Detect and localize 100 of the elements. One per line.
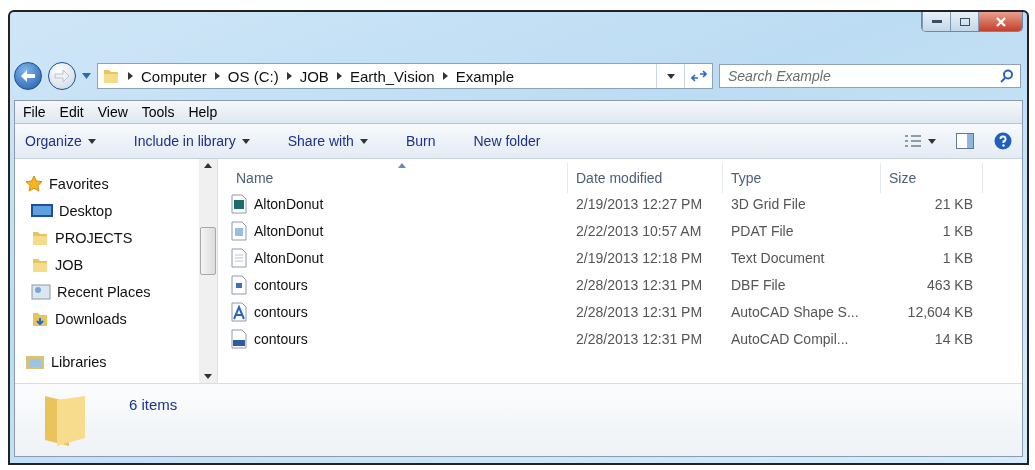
navigation-item[interactable]: Libraries bbox=[25, 351, 199, 373]
caret-icon bbox=[241, 138, 250, 144]
table-cell-text: 463 KB bbox=[926, 275, 974, 295]
text-file-icon bbox=[230, 247, 248, 268]
minimize-button[interactable] bbox=[922, 12, 950, 31]
column-header[interactable]: Size bbox=[881, 163, 983, 193]
table-cell-text: DBF File bbox=[730, 275, 787, 295]
sort-arrow-icon bbox=[397, 163, 406, 168]
caret-icon bbox=[928, 138, 936, 144]
close-icon bbox=[995, 16, 1006, 27]
toolbar-button[interactable]: Organize bbox=[25, 133, 96, 149]
libraries-icon bbox=[25, 354, 45, 370]
navigation-item[interactable]: Favorites bbox=[25, 173, 199, 195]
details-view-icon bbox=[904, 134, 922, 148]
history-caret-icon[interactable] bbox=[82, 73, 91, 79]
scroll-up-icon[interactable] bbox=[204, 163, 212, 168]
navigation-item[interactable]: Downloads bbox=[25, 308, 199, 330]
caret-icon bbox=[204, 374, 212, 379]
table-cell-text: 14 KB bbox=[933, 329, 974, 349]
table-cell-text: 21 KB bbox=[933, 194, 974, 214]
recent-places-icon bbox=[31, 283, 51, 301]
back-arrow-icon bbox=[20, 69, 36, 83]
table-cell-text: AutoCAD Compil... bbox=[730, 329, 850, 349]
menu-item[interactable]: Help bbox=[188, 104, 218, 120]
table-cell-text: 1 KB bbox=[941, 221, 974, 241]
minimize-icon bbox=[931, 19, 942, 24]
file-icon bbox=[230, 301, 248, 322]
chevron-icon[interactable] bbox=[286, 72, 292, 80]
table-cell-text: 2/28/2013 12:31 PM bbox=[575, 302, 704, 322]
column-header[interactable]: Date modified bbox=[568, 163, 723, 193]
table-cell-text: AutoCAD Shape S... bbox=[730, 302, 860, 322]
folder-icon bbox=[102, 67, 120, 85]
file-name[interactable]: contours bbox=[228, 298, 568, 325]
column-header[interactable]: Name bbox=[228, 163, 568, 193]
downloads-folder-icon bbox=[31, 310, 49, 328]
chevron-icon[interactable] bbox=[336, 72, 342, 80]
caret-icon bbox=[666, 73, 675, 79]
menu-item[interactable]: Tools bbox=[141, 104, 175, 120]
navigation-item[interactable]: Recent Places bbox=[25, 281, 199, 303]
file-icon bbox=[230, 328, 248, 349]
folder-icon bbox=[31, 256, 49, 274]
back-button[interactable] bbox=[14, 62, 42, 90]
toolbar-button[interactable]: New folder bbox=[473, 133, 541, 149]
search-box[interactable]: Search Example bbox=[719, 64, 1021, 88]
star-icon bbox=[25, 175, 43, 193]
forward-button[interactable] bbox=[48, 62, 76, 90]
caret-icon bbox=[359, 138, 368, 144]
breadcrumb[interactable]: JOB bbox=[299, 67, 329, 85]
address-bar[interactable]: Computer OS (C:) JOB Earth_Vision Example bbox=[97, 63, 713, 89]
table-cell-text: 3D Grid File bbox=[730, 194, 807, 214]
maximize-button[interactable] bbox=[950, 12, 978, 31]
chevron-icon[interactable] bbox=[214, 72, 220, 80]
navigation-item[interactable]: PROJECTS bbox=[25, 227, 199, 249]
chevron-icon[interactable] bbox=[442, 72, 448, 80]
navigation-item[interactable]: JOB bbox=[25, 254, 199, 276]
table-cell-text: Text Document bbox=[730, 248, 826, 268]
table-cell-text: 2/28/2013 12:31 PM bbox=[575, 329, 704, 349]
scrollbar[interactable] bbox=[199, 159, 218, 383]
file-icon bbox=[230, 274, 248, 295]
chevron-icon[interactable] bbox=[128, 72, 133, 80]
menu-item[interactable]: Edit bbox=[59, 104, 84, 120]
breadcrumb[interactable]: Earth_Vision bbox=[349, 67, 435, 85]
file-name[interactable]: AltonDonut bbox=[228, 190, 568, 217]
toolbar-button[interactable]: Burn bbox=[405, 133, 436, 149]
scrollbar-thumb[interactable] bbox=[200, 227, 216, 275]
help-icon bbox=[994, 132, 1012, 150]
column-header[interactable]: Type bbox=[723, 163, 881, 193]
toolbar-button[interactable]: Share with bbox=[287, 133, 368, 149]
breadcrumb[interactable]: Example bbox=[455, 67, 515, 85]
help-button[interactable] bbox=[994, 132, 1012, 150]
table-cell-text: 2/19/2013 12:27 PM bbox=[575, 194, 704, 214]
file-name[interactable]: AltonDonut bbox=[228, 244, 568, 271]
breadcrumb[interactable]: Computer bbox=[141, 67, 207, 85]
preview-pane-button[interactable] bbox=[956, 133, 974, 149]
table-cell-text: 1 KB bbox=[941, 248, 974, 268]
refresh-icon bbox=[690, 70, 707, 82]
menu-item[interactable]: File bbox=[23, 104, 46, 120]
view-options-button[interactable] bbox=[904, 134, 936, 148]
maximize-icon bbox=[959, 17, 970, 26]
file-name[interactable]: AltonDonut bbox=[228, 217, 568, 244]
breadcrumb[interactable]: OS (C:) bbox=[227, 67, 279, 85]
file-icon bbox=[230, 220, 248, 241]
table-cell-text: 2/19/2013 12:18 PM bbox=[575, 248, 704, 268]
item-count: 6 items bbox=[129, 396, 178, 413]
file-name[interactable]: contours bbox=[228, 271, 568, 298]
close-button[interactable] bbox=[978, 12, 1022, 31]
folder-icon bbox=[31, 229, 49, 247]
table-cell-text: 12,604 KB bbox=[906, 302, 974, 322]
table-cell-text: PDAT File bbox=[730, 221, 795, 241]
preview-pane-icon bbox=[956, 133, 974, 149]
navigation-item[interactable]: Desktop bbox=[25, 200, 199, 222]
file-name[interactable]: contours bbox=[228, 325, 568, 352]
caret-icon bbox=[87, 138, 96, 144]
grid-file-icon bbox=[230, 193, 248, 214]
table-cell-text: 2/28/2013 12:31 PM bbox=[575, 275, 704, 295]
menu-item[interactable]: View bbox=[97, 104, 128, 120]
search-field[interactable]: Search Example bbox=[726, 67, 1000, 85]
desktop-icon bbox=[31, 203, 53, 219]
search-icon bbox=[1000, 69, 1014, 83]
toolbar-button[interactable]: Include in library bbox=[133, 133, 250, 149]
